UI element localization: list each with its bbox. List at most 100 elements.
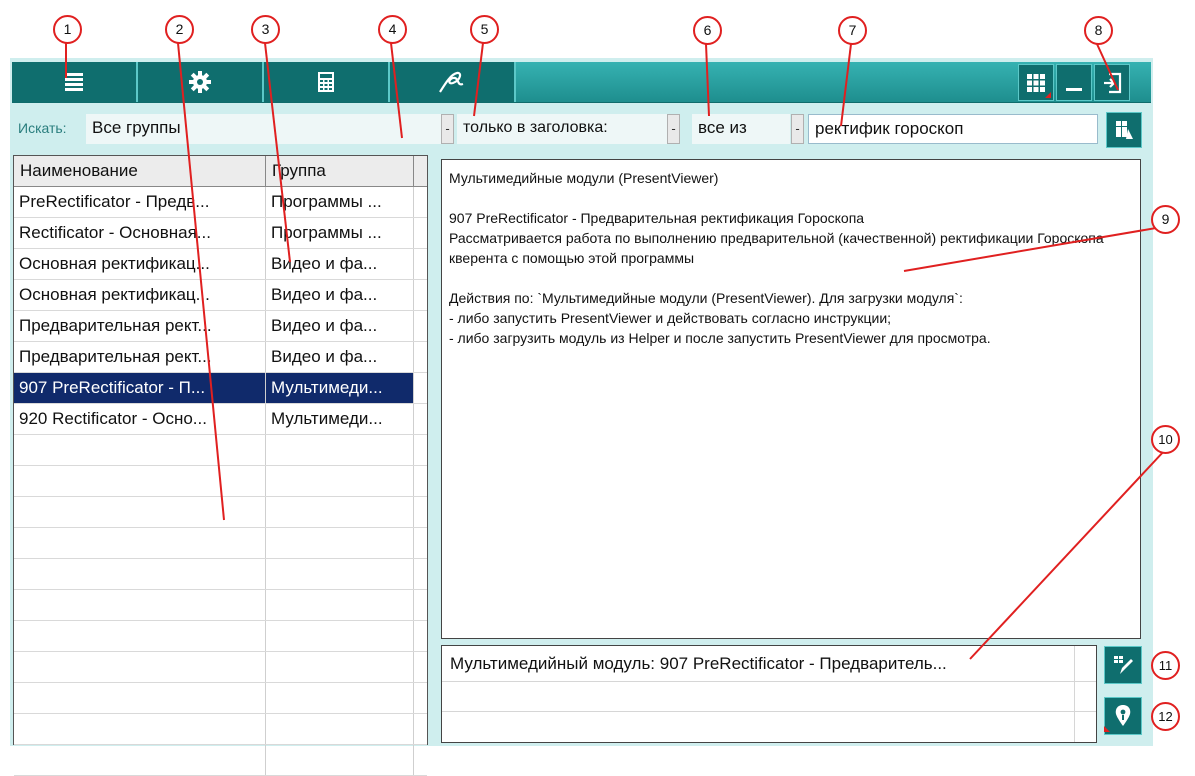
cell-group[interactable] [266, 497, 414, 527]
cell-group[interactable]: Видео и фа... [266, 342, 414, 372]
minimize-button[interactable] [1056, 64, 1092, 101]
search-input[interactable]: ректифик гороскоп [808, 114, 1098, 144]
table-row[interactable]: Rectificator - Основная... Программы ... [14, 218, 427, 249]
cell-group[interactable] [266, 466, 414, 496]
callout-12: 12 [1151, 702, 1180, 731]
settings-button[interactable] [138, 62, 264, 102]
cell-group[interactable]: Видео и фа... [266, 311, 414, 341]
table-row[interactable]: Предварительная рект... Видео и фа... [14, 342, 427, 373]
cell-group[interactable] [266, 621, 414, 651]
grid-icon [1027, 73, 1045, 92]
edit-pencil-icon [1114, 656, 1133, 674]
locate-module-button[interactable] [1104, 697, 1142, 735]
cell-name[interactable]: 920 Rectificator - Осно... [14, 404, 266, 434]
table-row-empty[interactable] [14, 745, 427, 776]
mode-select[interactable]: все из [692, 114, 790, 144]
cell-group[interactable]: Видео и фа... [266, 280, 414, 310]
exit-icon [1104, 72, 1122, 93]
cell-name[interactable] [14, 590, 266, 620]
callout-10: 10 [1151, 425, 1180, 454]
cell-name[interactable] [14, 683, 266, 713]
cell-name[interactable] [14, 621, 266, 651]
table-row-empty[interactable] [14, 466, 427, 497]
callout-4: 4 [378, 15, 407, 44]
search-bar: Искать: Все группы - только в заголовка:… [12, 110, 1151, 148]
list-menu-button[interactable] [12, 62, 138, 102]
callout-8: 8 [1084, 16, 1113, 45]
callout-6: 6 [693, 16, 722, 45]
calculator-button[interactable] [264, 62, 390, 102]
table-row[interactable]: 907 PreRectificator - П... Мультимеди... [14, 373, 427, 404]
cell-group[interactable] [266, 435, 414, 465]
mode-dropdown-arrow[interactable]: - [791, 114, 804, 144]
search-label: Искать: [18, 120, 67, 136]
group-select[interactable]: Все группы [86, 114, 441, 144]
cell-name[interactable] [14, 497, 266, 527]
table-row[interactable]: Основная ректификац... Видео и фа... [14, 280, 427, 311]
table-row[interactable]: Предварительная рект... Видео и фа... [14, 311, 427, 342]
column-header-name[interactable]: Наименование [14, 156, 266, 186]
signature-button[interactable] [390, 62, 516, 102]
red-marker-icon [1104, 726, 1110, 732]
cell-name[interactable]: Основная ректификац... [14, 280, 266, 310]
cell-name[interactable] [14, 745, 266, 775]
grid-view-button[interactable] [1018, 64, 1054, 101]
cell-group[interactable] [266, 683, 414, 713]
cell-group[interactable]: Мультимеди... [266, 404, 414, 434]
callout-3: 3 [251, 15, 280, 44]
table-row-empty[interactable] [14, 590, 427, 621]
cell-group[interactable] [266, 590, 414, 620]
cell-name[interactable] [14, 559, 266, 589]
table-row[interactable]: PreRectificator - Предв... Программы ... [14, 187, 427, 218]
column-header-group[interactable]: Группа [266, 156, 414, 186]
table-row-empty[interactable] [14, 497, 427, 528]
cell-name[interactable]: PreRectificator - Предв... [14, 187, 266, 217]
cell-group[interactable] [266, 528, 414, 558]
group-dropdown-arrow[interactable]: - [441, 114, 454, 144]
exit-button[interactable] [1094, 64, 1130, 101]
table-row-empty[interactable] [14, 435, 427, 466]
table-row-empty[interactable] [14, 683, 427, 714]
table-row-empty[interactable] [14, 621, 427, 652]
row-divider [442, 711, 1096, 712]
cell-name[interactable] [14, 652, 266, 682]
cell-name[interactable] [14, 466, 266, 496]
search-button[interactable] [1106, 112, 1142, 148]
cell-group[interactable] [266, 652, 414, 682]
map-pin-icon [1115, 705, 1131, 726]
table-row-empty[interactable] [14, 559, 427, 590]
edit-module-button[interactable] [1104, 646, 1142, 684]
table-row-empty[interactable] [14, 652, 427, 683]
cell-group[interactable]: Программы ... [266, 187, 414, 217]
cell-name[interactable] [14, 435, 266, 465]
description-body: Рассматривается работа по выполнению пре… [449, 230, 1104, 266]
scope-dropdown-arrow[interactable]: - [667, 114, 680, 144]
cell-group[interactable]: Мультимеди... [266, 373, 414, 403]
binoculars-icon [1116, 121, 1133, 139]
table-row[interactable]: 920 Rectificator - Осно... Мультимеди... [14, 404, 427, 435]
scope-select[interactable]: только в заголовка: [457, 114, 667, 144]
table-row-empty[interactable] [14, 528, 427, 559]
cell-group[interactable]: Программы ... [266, 218, 414, 248]
module-item[interactable]: Мультимедийный модуль: 907 PreRectificat… [450, 652, 947, 676]
modules-list[interactable]: Мультимедийный модуль: 907 PreRectificat… [441, 645, 1097, 743]
cell-name[interactable] [14, 528, 266, 558]
table-row-empty[interactable] [14, 714, 427, 745]
results-table[interactable]: Наименование Группа PreRectificator - Пр… [13, 155, 428, 776]
cell-group[interactable] [266, 714, 414, 744]
cell-name[interactable]: Rectificator - Основная... [14, 218, 266, 248]
cell-group[interactable] [266, 745, 414, 775]
cell-name[interactable] [14, 714, 266, 744]
callout-7: 7 [838, 16, 867, 45]
table-row[interactable]: Основная ректификац... Видео и фа... [14, 249, 427, 280]
cell-name[interactable]: Предварительная рект... [14, 342, 266, 372]
main-toolbar [12, 62, 1151, 103]
cell-name[interactable]: Предварительная рект... [14, 311, 266, 341]
cell-name[interactable]: Основная ректификац... [14, 249, 266, 279]
callout-11: 11 [1151, 651, 1180, 680]
description-actions-intro: Действия по: `Мультимедийные модули (Pre… [449, 290, 963, 306]
cell-group[interactable] [266, 559, 414, 589]
cell-name[interactable]: 907 PreRectificator - П... [14, 373, 266, 403]
cell-group[interactable]: Видео и фа... [266, 249, 414, 279]
table-header: Наименование Группа [14, 156, 427, 187]
